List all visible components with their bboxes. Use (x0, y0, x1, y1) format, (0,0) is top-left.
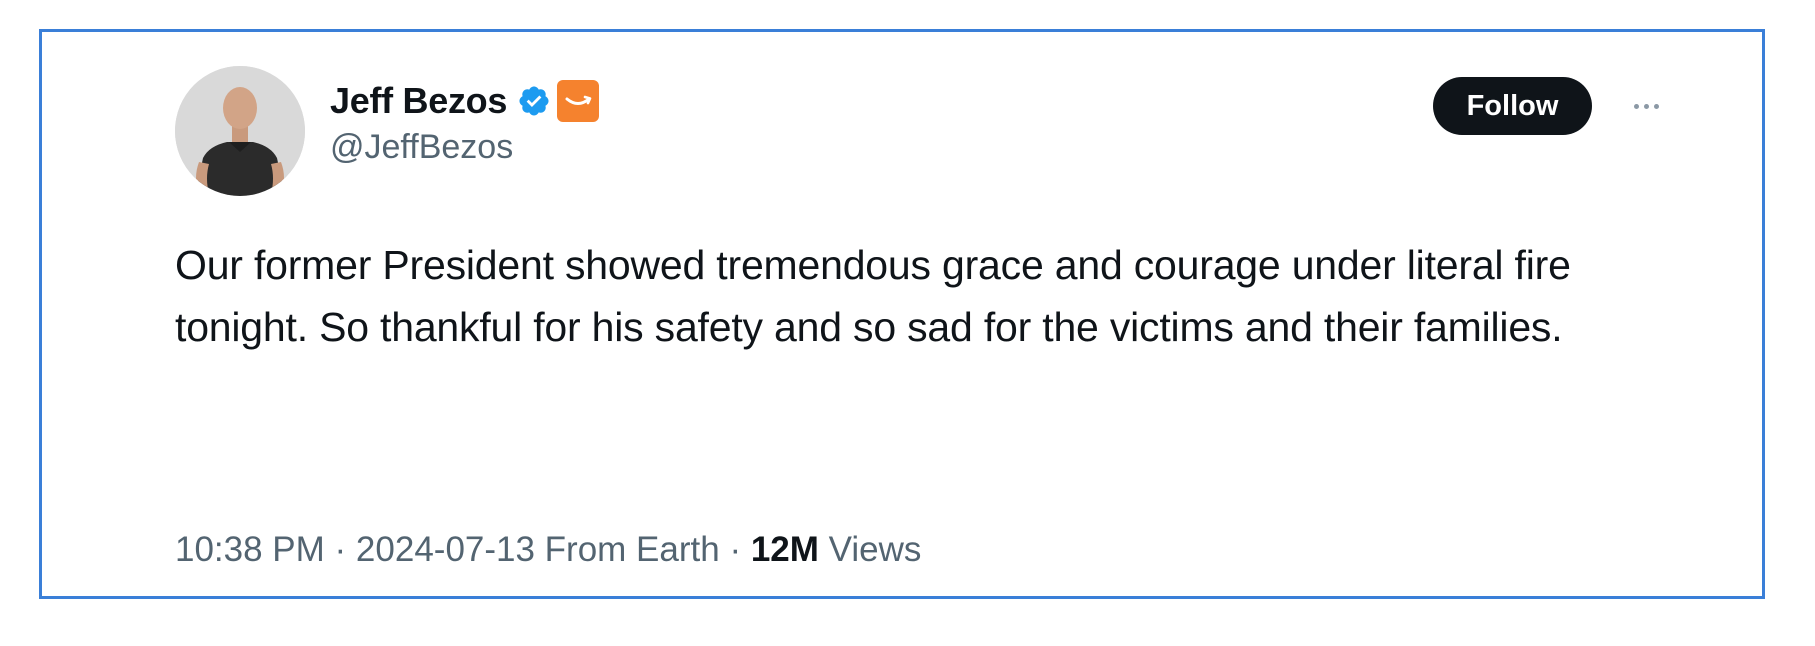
display-name[interactable]: Jeff Bezos (330, 80, 507, 122)
meta-separator: · (719, 530, 751, 569)
tweet-text: Our former President showed tremendous g… (175, 242, 1571, 350)
avatar[interactable] (175, 66, 305, 196)
tweet-card: Jeff Bezos @JeffBezos Follow Our former … (39, 29, 1765, 599)
name-row: Jeff Bezos (330, 76, 600, 126)
more-options-icon[interactable] (1624, 92, 1668, 120)
follow-button[interactable]: Follow (1433, 77, 1592, 135)
user-handle[interactable]: @JeffBezos (330, 128, 599, 167)
dot (1653, 103, 1659, 109)
avatar-image (175, 66, 305, 196)
author-identity: Jeff Bezos @JeffBezos (330, 76, 600, 167)
tweet-date-location[interactable]: 2024-07-13 From Earth (356, 530, 720, 569)
verified-badge-icon[interactable] (517, 84, 551, 118)
amazon-logo-icon[interactable] (557, 80, 600, 122)
views-label: Views (818, 530, 922, 569)
views-count[interactable]: 12M (751, 530, 819, 569)
tweet-time[interactable]: 10:38 PM (175, 530, 325, 569)
dot (1633, 103, 1639, 109)
meta-separator: · (324, 530, 356, 569)
tweet-metadata: 10:38 PM · 2024-07-13 From Earth · 12M V… (175, 530, 921, 570)
dot (1643, 103, 1649, 109)
